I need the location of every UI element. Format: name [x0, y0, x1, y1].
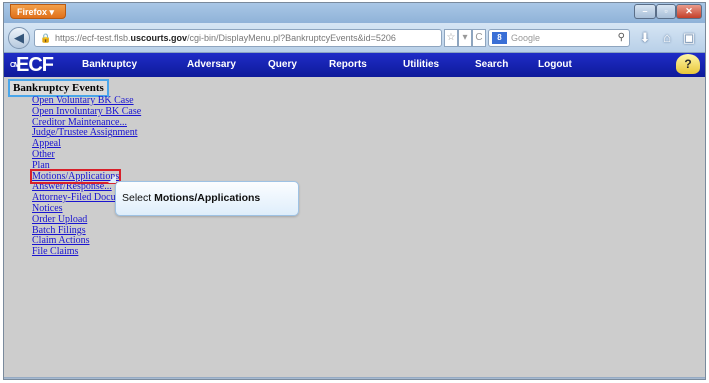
close-icon: ✕: [685, 6, 693, 16]
back-arrow-icon: ◀: [14, 30, 24, 45]
search-bar[interactable]: 8 Google ⚲: [488, 29, 630, 47]
back-button[interactable]: ◀: [8, 27, 30, 49]
lock-icon: 🔒: [40, 33, 52, 43]
menu-logout[interactable]: Logout: [538, 53, 572, 77]
callout-pointer: [108, 175, 116, 183]
dropdown-button[interactable]: ▾: [458, 29, 472, 47]
ecf-logo: CMECF: [10, 53, 54, 77]
search-engine-icon: 8: [492, 32, 507, 44]
maximize-icon: ▫: [664, 6, 668, 16]
bankruptcy-events-list: Open Voluntary BK Case Open Involuntary …: [29, 95, 141, 258]
home-button[interactable]: ⌂: [658, 28, 676, 48]
search-placeholder: Google: [511, 33, 541, 43]
firefox-menu-button[interactable]: Firefox ▾: [10, 4, 66, 19]
page-content: Bankruptcy Events Open Voluntary BK Case…: [4, 77, 705, 377]
minimize-button[interactable]: –: [634, 4, 656, 19]
url-path: /cgi-bin/DisplayMenu.pl?BankruptcyEvents…: [187, 33, 396, 43]
title-bar: Firefox ▾ – ▫ ✕: [4, 3, 705, 23]
reload-button[interactable]: C: [472, 29, 486, 47]
ecf-menu-bar: CMECF Bankruptcy Adversary Query Reports…: [4, 53, 705, 77]
menu-reports[interactable]: Reports: [329, 53, 367, 77]
chevron-down-icon: ▾: [462, 32, 468, 43]
menu-utilities[interactable]: Utilities: [403, 53, 439, 77]
star-icon: ☆: [446, 32, 456, 43]
close-button[interactable]: ✕: [676, 4, 702, 19]
address-bar[interactable]: 🔒 https://ecf-test.flsb.uscourts.gov/cgi…: [34, 29, 442, 47]
minimize-icon: –: [642, 6, 648, 16]
firefox-menu-label: Firefox: [17, 7, 48, 17]
menu-query[interactable]: Query: [268, 53, 297, 77]
bookmark-star-button[interactable]: ☆: [444, 29, 458, 47]
maximize-button[interactable]: ▫: [656, 4, 676, 19]
help-icon[interactable]: ?: [676, 54, 700, 74]
instruction-callout: Select Motions/Applications: [115, 181, 299, 216]
browser-window: Firefox ▾ – ▫ ✕ ◀ 🔒 https://ecf-test.fls…: [3, 2, 706, 380]
event-link-file-claims[interactable]: File Claims: [32, 246, 141, 258]
home-icon: ⌂: [663, 30, 671, 45]
url-prefix: https://ecf-test.flsb.: [55, 33, 131, 43]
window-bottom-edge: [4, 377, 705, 379]
menu-search[interactable]: Search: [475, 53, 508, 77]
callout-prefix: Select: [122, 192, 155, 204]
download-arrow-icon: ⬇: [639, 30, 651, 45]
menu-bankruptcy[interactable]: Bankruptcy: [82, 53, 137, 77]
search-icon[interactable]: ⚲: [618, 30, 625, 46]
window-menu-icon: ▣: [682, 30, 696, 45]
menu-adversary[interactable]: Adversary: [187, 53, 236, 77]
menu-button[interactable]: ▣: [680, 28, 698, 48]
navigation-toolbar: ◀ 🔒 https://ecf-test.flsb.uscourts.gov/c…: [4, 23, 705, 53]
downloads-button[interactable]: ⬇: [636, 28, 654, 48]
ecf-logo-text: ECF: [16, 54, 54, 76]
callout-target: Motions/Applications: [154, 192, 261, 204]
url-domain: uscourts.gov: [130, 33, 188, 43]
reload-icon: C: [475, 32, 483, 43]
event-link-plan[interactable]: Plan: [32, 160, 141, 172]
